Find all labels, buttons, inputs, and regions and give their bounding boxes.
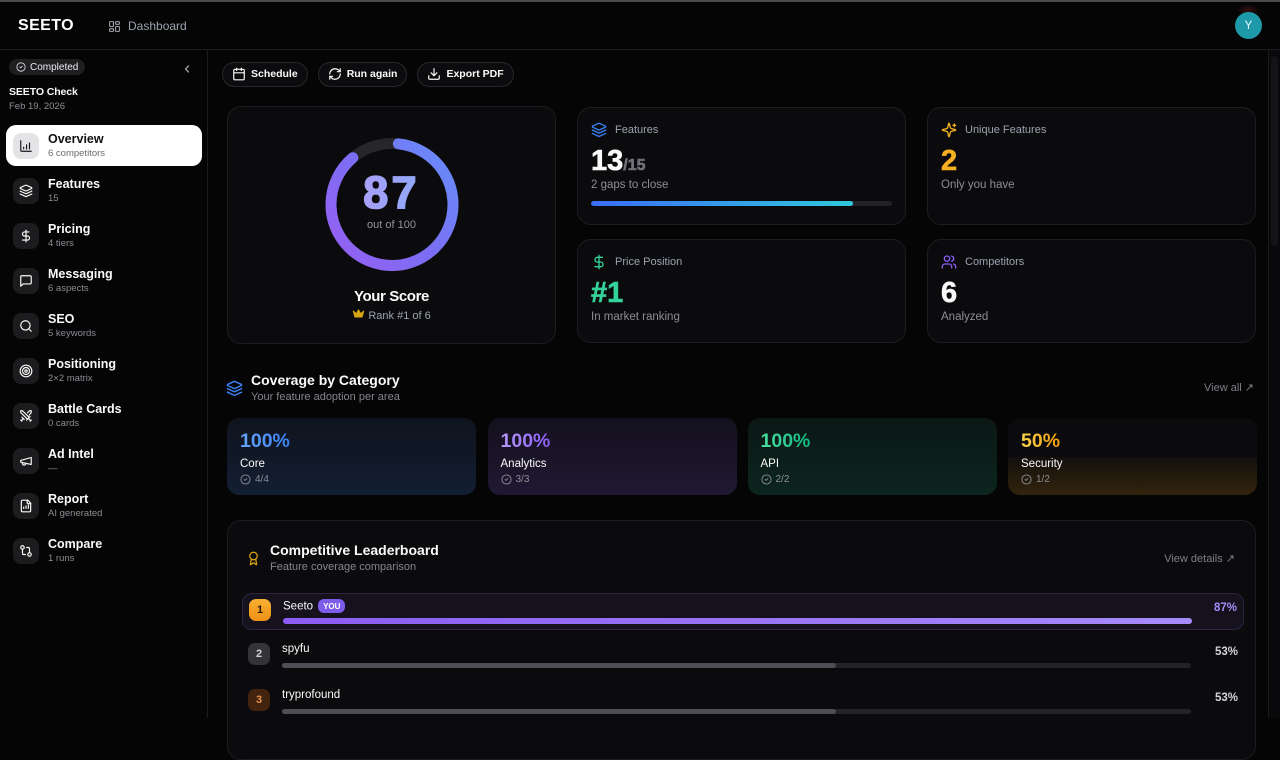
svg-text:87: 87 [363, 167, 419, 214]
